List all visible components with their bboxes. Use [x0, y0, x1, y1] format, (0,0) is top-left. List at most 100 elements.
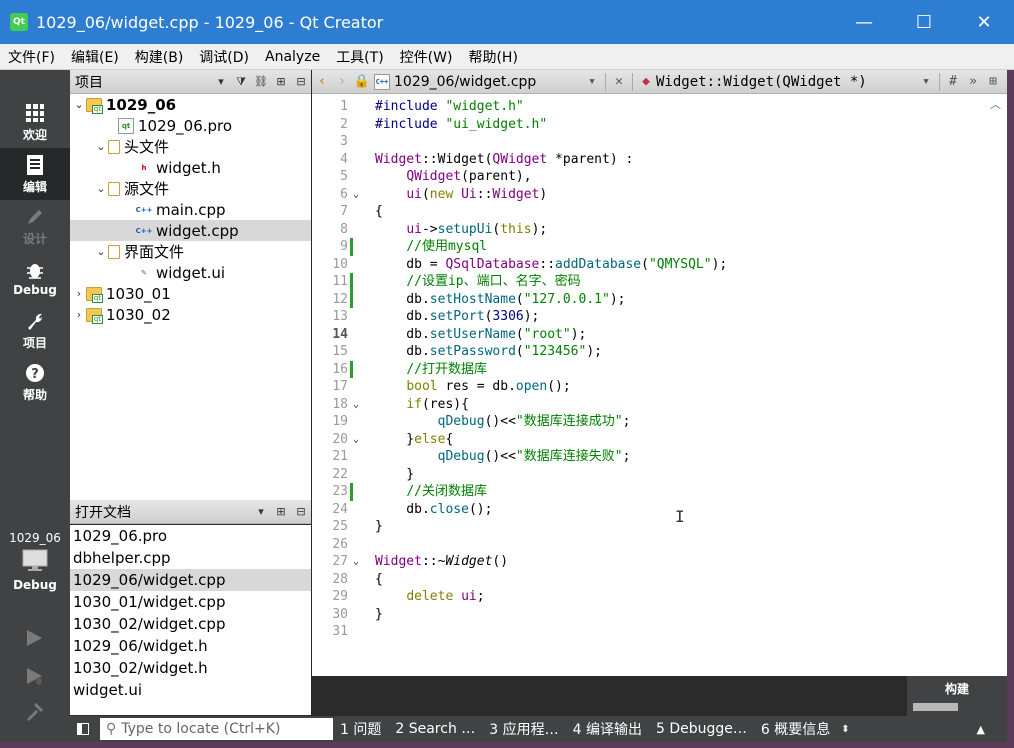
tree-item-label: 1030_01 — [106, 284, 171, 303]
mode-projects-label: 项目 — [22, 335, 47, 350]
close-pane-icon[interactable]: ⊟ — [291, 502, 311, 522]
tree-item-widget-cpp[interactable]: C++ widget.cpp — [70, 220, 311, 241]
view-dropdown-icon[interactable]: ▾ — [251, 502, 271, 522]
chevron-down-icon[interactable]: ⌄ — [72, 98, 86, 111]
fold-arrow-icon[interactable]: ⌄ — [353, 431, 365, 449]
tree-item-sources[interactable]: ⌄ 源文件 — [70, 178, 311, 199]
code-text: { — [375, 571, 383, 587]
menu-help[interactable]: 帮助(H) — [460, 47, 525, 67]
tree-item-project-1030-02[interactable]: › qt 1030_02 — [70, 304, 311, 325]
code-editor[interactable]: ︿ 1 #include "widget.h" 2 #include "ui_wid… — [312, 94, 1007, 676]
close-document-icon[interactable]: ✕ — [609, 74, 629, 89]
project-pane-title: 项目 — [75, 74, 103, 91]
line-number: 23 — [332, 484, 348, 499]
list-item[interactable]: 1029_06/widget.cpp — [70, 569, 311, 591]
sources-folder-icon — [108, 181, 120, 196]
tree-item-headers[interactable]: ⌄ 头文件 — [70, 136, 311, 157]
filter-icon[interactable]: ⧩ — [231, 72, 251, 92]
kit-selector[interactable]: 1029_06 Debug — [0, 525, 70, 615]
line-ending-selector[interactable]: # — [943, 74, 963, 89]
locator-input[interactable]: ⚲ Type to locate (Ctrl+K) — [100, 718, 333, 740]
line-number: 14 — [332, 326, 348, 342]
list-item[interactable]: widget.ui — [70, 679, 311, 701]
view-dropdown-icon[interactable]: ▾ — [211, 72, 231, 92]
forward-arrow-icon[interactable]: › — [332, 74, 352, 89]
tree-item-widget-h[interactable]: h widget.h — [70, 157, 311, 178]
maximize-button[interactable]: ☐ — [894, 0, 954, 44]
line-number: 8 — [340, 221, 348, 237]
tab-issues[interactable]: 1 问题 — [333, 719, 388, 739]
more-icon[interactable]: » — [963, 74, 983, 89]
split-icon[interactable]: ⊞ — [983, 74, 1003, 89]
updown-arrows-icon[interactable]: ⬍ — [837, 724, 853, 735]
tree-item-forms[interactable]: ⌄ 界面文件 — [70, 241, 311, 262]
chevron-right-icon[interactable]: › — [72, 308, 86, 321]
code-text: db.setPort(3306); — [375, 309, 540, 324]
symbol-selector[interactable]: Widget::Widget(QWidget *) — [656, 74, 916, 90]
chevron-down-icon[interactable]: ⌄ — [94, 245, 108, 258]
chevron-down-icon[interactable]: ⌄ — [94, 140, 108, 153]
split-icon[interactable]: ⊞ — [271, 502, 291, 522]
chevron-down-icon[interactable]: ▾ — [582, 74, 602, 89]
chevron-down-icon[interactable]: ⌄ — [94, 182, 108, 195]
fold-arrow-icon[interactable]: ⌄ — [353, 186, 365, 204]
back-arrow-icon[interactable]: ‹ — [312, 74, 332, 89]
fold-arrow-icon[interactable]: ⌄ — [353, 553, 365, 571]
code-line: 30} — [312, 606, 1007, 624]
tree-item-label: 界面文件 — [124, 243, 185, 261]
mode-edit[interactable]: 编辑 — [0, 148, 70, 200]
list-item[interactable]: 1030_02/widget.cpp — [70, 613, 311, 635]
mode-welcome[interactable]: 欢迎 — [0, 96, 70, 148]
menu-debug[interactable]: 调试(D) — [191, 47, 257, 67]
tree-item-main-cpp[interactable]: C++ main.cpp — [70, 199, 311, 220]
fold-arrow-icon[interactable]: ⌄ — [353, 396, 365, 414]
close-pane-icon[interactable]: ⊟ — [291, 72, 311, 92]
menu-build[interactable]: 构建(B) — [127, 47, 192, 67]
mode-projects[interactable]: 项目 — [0, 304, 70, 356]
line-number: 19 — [332, 414, 348, 429]
current-file-name[interactable]: 1029_06/widget.cpp — [394, 74, 582, 90]
line-number: 6 — [340, 186, 348, 202]
sidebar-toggle-icon[interactable] — [70, 723, 96, 735]
tab-search[interactable]: 2 Search … — [388, 721, 482, 737]
tab-debugger-console[interactable]: 5 Debugge… — [649, 721, 754, 737]
mode-debug[interactable]: Debug — [0, 252, 70, 304]
list-item[interactable]: 1030_01/widget.cpp — [70, 591, 311, 613]
code-line: 19 qDebug()<<"数据库连接成功"; — [312, 413, 1007, 431]
minimize-button[interactable]: — — [834, 0, 894, 44]
list-item[interactable]: 1029_06/widget.h — [70, 635, 311, 657]
chevron-down-icon[interactable]: ▾ — [916, 74, 936, 89]
menu-tools[interactable]: 工具(T) — [328, 47, 391, 67]
code-line: 11 //设置ip、端口、名字、密码 — [312, 273, 1007, 291]
list-item[interactable]: 1029_06.pro — [70, 525, 311, 547]
tab-compile-output[interactable]: 4 编译输出 — [566, 719, 649, 739]
tree-item-pro-file[interactable]: qt 1029_06.pro — [70, 115, 311, 136]
code-text: } — [375, 606, 383, 622]
tab-general-messages[interactable]: 6 概要信息 — [754, 719, 837, 739]
code-line: 9 //使用mysql — [312, 238, 1007, 256]
run-button[interactable] — [20, 624, 48, 652]
build-progress[interactable]: 构建 — [907, 676, 1007, 718]
mode-design[interactable]: 设计 — [0, 200, 70, 252]
tree-item-project-1029-06[interactable]: ⌄ qt 1029_06 — [70, 94, 311, 115]
menu-edit[interactable]: 编辑(E) — [63, 47, 127, 67]
build-button[interactable] — [20, 698, 48, 726]
code-line: 21 qDebug()<<"数据库连接失败"; — [312, 448, 1007, 466]
tree-item-project-1030-01[interactable]: › qt 1030_01 — [70, 283, 311, 304]
chevron-right-icon[interactable]: › — [72, 287, 86, 300]
code-text: db.close(); — [375, 501, 493, 517]
list-item[interactable]: dbhelper.cpp — [70, 547, 311, 569]
menu-widgets[interactable]: 控件(W) — [392, 47, 461, 67]
close-button[interactable]: ✕ — [954, 0, 1014, 44]
split-icon[interactable]: ⊞ — [271, 72, 291, 92]
expand-up-icon[interactable]: ▲ — [977, 723, 1007, 736]
list-item[interactable]: 1030_02/widget.h — [70, 657, 311, 679]
menu-file[interactable]: 文件(F) — [0, 47, 63, 67]
tree-item-widget-ui[interactable]: ✎ widget.ui — [70, 262, 311, 283]
tab-application-output[interactable]: 3 应用程… — [482, 719, 565, 739]
debug-run-button[interactable] — [20, 662, 48, 690]
link-icon[interactable]: ⛓ — [251, 72, 271, 92]
mode-help[interactable]: ? 帮助 — [0, 356, 70, 408]
line-number: 18 — [332, 396, 348, 412]
menu-analyze[interactable]: Analyze — [257, 49, 328, 65]
